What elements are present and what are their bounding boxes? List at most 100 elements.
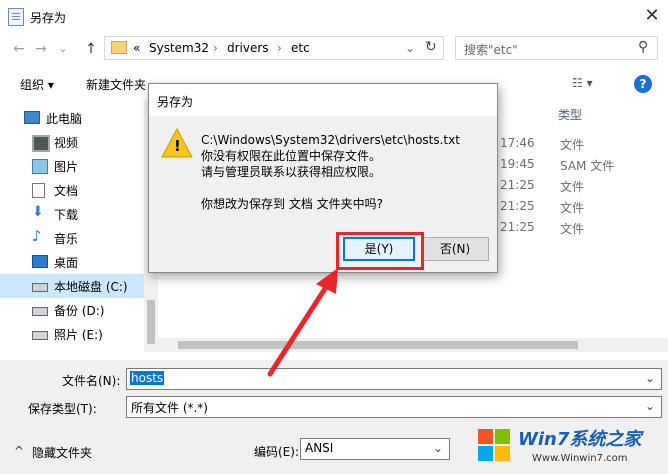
warning-icon: !	[161, 127, 193, 158]
sidebar-item-label: 文档	[54, 184, 79, 198]
dialog-title-bar: 另存为	[149, 84, 497, 116]
recent-locations-button[interactable]: ⌄	[52, 38, 74, 60]
watermark-brand: Win7系统之家	[518, 429, 642, 450]
permission-dialog: 另存为 ! C:\Windows\System32\drivers\etc\ho…	[148, 83, 498, 273]
chevron-down-icon[interactable]: ⌄	[433, 441, 443, 455]
file-time: 21:25	[500, 199, 535, 213]
forward-button[interactable]: →	[30, 38, 52, 60]
title-bar: 另存为 ✕	[0, 0, 668, 34]
chevron-down-icon[interactable]: ⌄	[645, 371, 655, 385]
file-time: 19:45	[500, 157, 535, 171]
desktop-icon	[32, 255, 48, 268]
file-type: 文件	[560, 222, 585, 236]
filetype-value: 所有文件 (*.*)	[131, 401, 208, 415]
sidebar-item-label: 此电脑	[46, 112, 83, 126]
file-time: 21:25	[500, 220, 535, 234]
breadcrumb-drivers[interactable]: drivers	[227, 41, 269, 55]
back-button[interactable]: ←	[8, 38, 30, 60]
file-path-text: C:\Windows\System32\drivers\etc\hosts.tx…	[201, 133, 460, 147]
sidebar-item-music[interactable]: ♪ 音乐	[0, 226, 144, 250]
file-type: SAM 文件	[560, 159, 615, 173]
filename-input[interactable]: hosts	[130, 371, 165, 385]
sidebar-item-downloads[interactable]: ⬇ 下载	[0, 202, 144, 226]
column-header-type[interactable]: 类型	[558, 106, 582, 123]
scrollbar-thumb[interactable]	[147, 300, 155, 344]
file-type: 文件	[560, 180, 585, 194]
collapse-chevron-icon[interactable]: ^	[14, 444, 24, 458]
document-icon	[32, 183, 45, 198]
notepad-icon	[8, 8, 24, 26]
hide-folders-button[interactable]: 隐藏文件夹	[32, 444, 92, 461]
download-icon: ⬇	[32, 204, 44, 220]
drive-icon	[32, 331, 48, 340]
new-folder-button[interactable]: 新建文件夹	[86, 76, 146, 93]
navigation-pane: 此电脑 视频 图片 文档 ⬇ 下载 ♪ 音乐 桌面 本地磁盘 (C:) 备份 (…	[0, 100, 144, 352]
folder-icon	[111, 41, 127, 54]
breadcrumb-separator: ›	[213, 41, 218, 55]
dialog-message: C:\Windows\System32\drivers\etc\hosts.tx…	[201, 132, 460, 212]
refresh-icon[interactable]: ↻	[425, 39, 437, 55]
sidebar-item-label: 桌面	[54, 256, 79, 270]
address-bar[interactable]: « System32 › drivers › etc ⌄ ↻	[104, 36, 444, 60]
no-button[interactable]: 否(N)	[421, 237, 489, 261]
scrollbar-thumb[interactable]	[178, 341, 578, 349]
filename-field[interactable]: hosts ⌄	[126, 368, 662, 390]
contact-admin-text: 请与管理员联系以获得相应权限。	[201, 165, 382, 179]
sidebar-item-label: 本地磁盘 (C:)	[54, 280, 128, 294]
sidebar-item-drive-e[interactable]: 照片 (E:)	[0, 322, 144, 346]
search-icon: ⚲	[638, 39, 649, 55]
sidebar-item-label: 音乐	[54, 232, 79, 246]
watermark-url: Www.Winwin7.com	[532, 453, 628, 464]
sidebar-item-drive-d[interactable]: 备份 (D:)	[0, 298, 144, 322]
sidebar-item-drive-c[interactable]: 本地磁盘 (C:)	[0, 274, 144, 298]
sidebar-item-label: 下载	[54, 208, 79, 222]
view-options-button[interactable]: ☷ ▾	[572, 76, 593, 90]
filename-label: 文件名(N):	[62, 374, 121, 388]
close-button[interactable]: ✕	[640, 4, 664, 28]
computer-icon	[24, 111, 40, 124]
breadcrumb-separator: ›	[277, 41, 282, 55]
breadcrumb-etc[interactable]: etc	[291, 41, 310, 55]
warning-glyph: !	[174, 137, 181, 155]
red-arrow	[267, 268, 338, 377]
dialog-title: 另存为	[157, 95, 194, 109]
save-to-documents-prompt: 你想改为保存到 文档 文件夹中吗?	[201, 197, 383, 211]
sidebar-item-videos[interactable]: 视频	[0, 130, 144, 154]
file-type: 文件	[560, 138, 585, 152]
search-input[interactable]: 搜索"etc"	[464, 41, 518, 58]
encoding-label: 编码(E):	[254, 445, 299, 459]
drive-icon	[32, 307, 48, 316]
overflow-chevron[interactable]: «	[133, 41, 140, 55]
file-type: 文件	[560, 201, 585, 215]
help-icon[interactable]: ?	[634, 75, 652, 93]
sidebar-item-desktop[interactable]: 桌面	[0, 250, 144, 274]
sidebar-item-label: 照片 (E:)	[54, 328, 103, 342]
encoding-value: ANSI	[305, 441, 334, 455]
sidebar-item-label: 备份 (D:)	[54, 304, 105, 318]
picture-icon	[32, 159, 48, 174]
filetype-label: 保存类型(T):	[28, 402, 97, 416]
sidebar-item-documents[interactable]: 文档	[0, 178, 144, 202]
file-list-scrollbar[interactable]	[158, 338, 668, 352]
window-title: 另存为	[30, 11, 67, 25]
sidebar-item-pictures[interactable]: 图片	[0, 154, 144, 178]
drive-icon	[32, 283, 48, 292]
sidebar-item-label: 图片	[54, 160, 79, 174]
sidebar-item-label: 视频	[54, 136, 79, 150]
organize-menu[interactable]: 组织 ▾	[20, 76, 54, 93]
file-time: 17:46	[500, 136, 535, 150]
encoding-select[interactable]: ANSI ⌄	[300, 438, 450, 460]
search-box[interactable]: 搜索"etc" ⚲	[455, 36, 658, 60]
breadcrumb-system32[interactable]: System32	[149, 41, 209, 55]
file-time: 21:25	[500, 178, 535, 192]
up-button[interactable]: ↑	[80, 38, 102, 60]
music-icon: ♪	[32, 227, 42, 245]
windows-logo-icon	[476, 427, 512, 463]
video-icon	[32, 135, 50, 152]
watermark: Win7系统之家 Www.Winwin7.com	[470, 415, 668, 474]
address-dropdown-icon[interactable]: ⌄	[405, 41, 415, 55]
chevron-down-icon[interactable]: ⌄	[645, 399, 655, 413]
sidebar-item-this-pc[interactable]: 此电脑	[0, 106, 144, 130]
no-permission-text: 你没有权限在此位置中保存文件。	[201, 149, 382, 163]
